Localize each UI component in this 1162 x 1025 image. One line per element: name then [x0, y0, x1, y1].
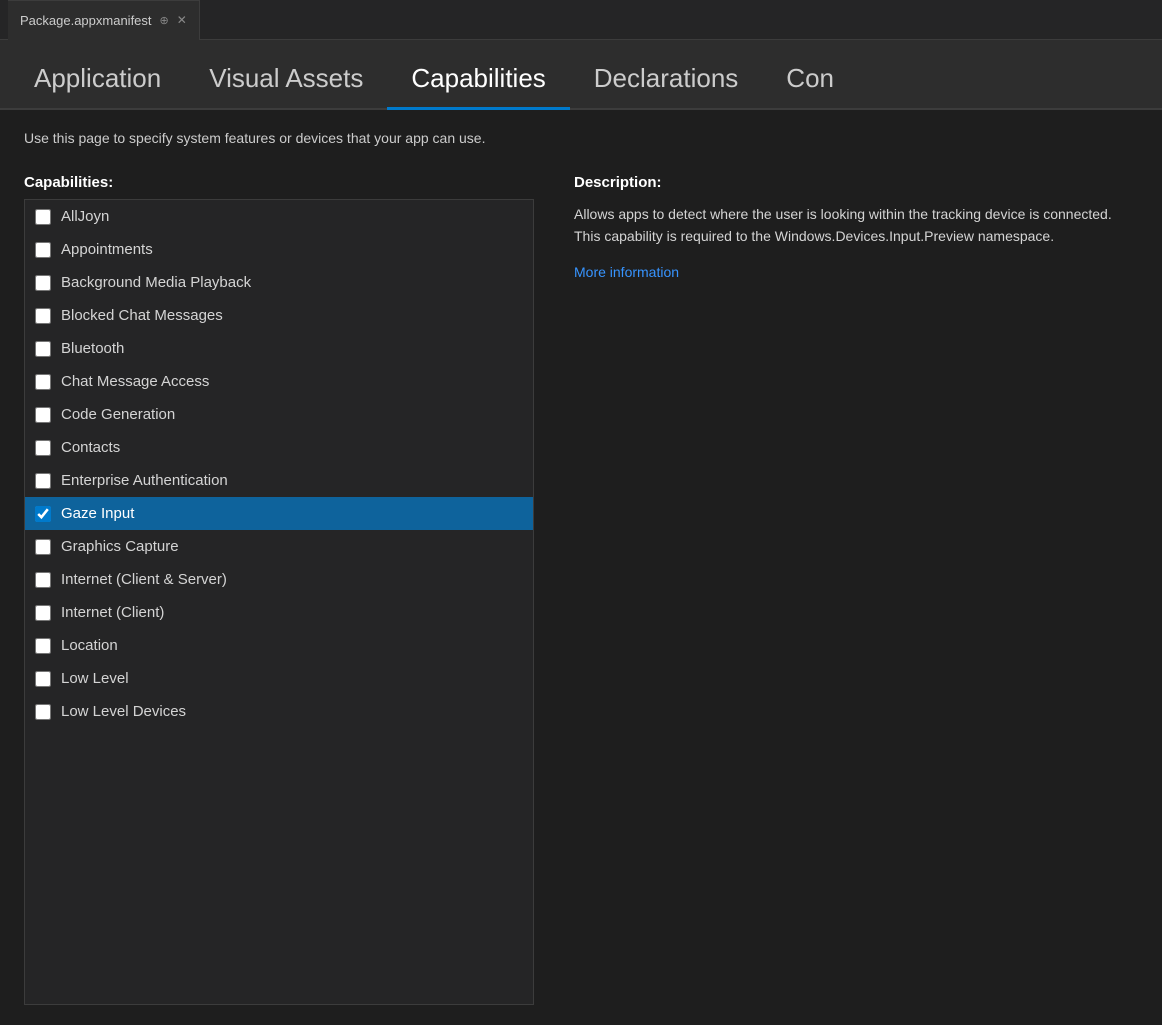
capability-item-bluetooth[interactable]: Bluetooth: [25, 332, 533, 365]
label-contacts: Contacts: [61, 439, 120, 456]
capability-item-graphics-capture[interactable]: Graphics Capture: [25, 530, 533, 563]
capability-item-gaze-input[interactable]: Gaze Input: [25, 497, 533, 530]
capability-item-alljoyn[interactable]: AllJoyn: [25, 200, 533, 233]
checkbox-contacts[interactable]: [35, 440, 51, 456]
checkbox-gaze-input[interactable]: [35, 506, 51, 522]
main-content: Use this page to specify system features…: [0, 110, 1162, 1025]
capabilities-list-container: AllJoyn Appointments Background Media Play…: [24, 199, 534, 1005]
capabilities-list[interactable]: AllJoyn Appointments Background Media Play…: [25, 200, 533, 1004]
capability-item-chat-message-access[interactable]: Chat Message Access: [25, 365, 533, 398]
checkbox-chat-message-access[interactable]: [35, 374, 51, 390]
label-background-media-playback: Background Media Playback: [61, 274, 251, 291]
checkbox-graphics-capture[interactable]: [35, 539, 51, 555]
label-location: Location: [61, 637, 118, 654]
tab-capabilities[interactable]: Capabilities: [387, 50, 569, 110]
capabilities-panel: Capabilities: AllJoyn Appointments Backgro…: [24, 174, 534, 1005]
nav-tabs: Application Visual Assets Capabilities D…: [0, 40, 1162, 110]
label-enterprise-authentication: Enterprise Authentication: [61, 472, 228, 489]
pin-icon[interactable]: ⊕: [160, 14, 169, 27]
description-label: Description:: [574, 174, 1138, 191]
tab-visual-assets[interactable]: Visual Assets: [185, 50, 387, 110]
capability-item-appointments[interactable]: Appointments: [25, 233, 533, 266]
checkbox-low-level-devices[interactable]: [35, 704, 51, 720]
capability-item-internet-client[interactable]: Internet (Client): [25, 596, 533, 629]
file-tab[interactable]: Package.appxmanifest ⊕ ✕: [8, 0, 200, 40]
capability-item-code-generation[interactable]: Code Generation: [25, 398, 533, 431]
content-area: Capabilities: AllJoyn Appointments Backgro…: [24, 174, 1138, 1005]
checkbox-blocked-chat-messages[interactable]: [35, 308, 51, 324]
label-low-level: Low Level: [61, 670, 129, 687]
checkbox-alljoyn[interactable]: [35, 209, 51, 225]
checkbox-internet-client-server[interactable]: [35, 572, 51, 588]
close-icon[interactable]: ✕: [177, 13, 187, 27]
more-info-link[interactable]: More information: [574, 264, 679, 280]
tab-declarations[interactable]: Declarations: [570, 50, 763, 110]
tab-application[interactable]: Application: [10, 50, 185, 110]
checkbox-appointments[interactable]: [35, 242, 51, 258]
label-internet-client-server: Internet (Client & Server): [61, 571, 227, 588]
label-appointments: Appointments: [61, 241, 153, 258]
label-chat-message-access: Chat Message Access: [61, 373, 209, 390]
tab-title: Package.appxmanifest: [20, 13, 152, 28]
tab-con[interactable]: Con: [762, 50, 858, 110]
checkbox-bluetooth[interactable]: [35, 341, 51, 357]
checkbox-enterprise-authentication[interactable]: [35, 473, 51, 489]
checkbox-location[interactable]: [35, 638, 51, 654]
capability-item-location[interactable]: Location: [25, 629, 533, 662]
capability-item-low-level[interactable]: Low Level: [25, 662, 533, 695]
title-bar: Package.appxmanifest ⊕ ✕: [0, 0, 1162, 40]
label-gaze-input: Gaze Input: [61, 505, 134, 522]
checkbox-background-media-playback[interactable]: [35, 275, 51, 291]
label-blocked-chat-messages: Blocked Chat Messages: [61, 307, 223, 324]
label-internet-client: Internet (Client): [61, 604, 164, 621]
capabilities-label: Capabilities:: [24, 174, 534, 191]
capability-item-blocked-chat-messages[interactable]: Blocked Chat Messages: [25, 299, 533, 332]
label-code-generation: Code Generation: [61, 406, 175, 423]
capability-item-enterprise-authentication[interactable]: Enterprise Authentication: [25, 464, 533, 497]
capability-item-contacts[interactable]: Contacts: [25, 431, 533, 464]
page-description: Use this page to specify system features…: [24, 130, 1138, 146]
label-bluetooth: Bluetooth: [61, 340, 124, 357]
label-graphics-capture: Graphics Capture: [61, 538, 179, 555]
description-panel: Description: Allows apps to detect where…: [574, 174, 1138, 1005]
label-low-level-devices: Low Level Devices: [61, 703, 186, 720]
checkbox-code-generation[interactable]: [35, 407, 51, 423]
label-alljoyn: AllJoyn: [61, 208, 109, 225]
capability-item-background-media-playback[interactable]: Background Media Playback: [25, 266, 533, 299]
description-text: Allows apps to detect where the user is …: [574, 203, 1138, 248]
checkbox-low-level[interactable]: [35, 671, 51, 687]
capability-item-low-level-devices[interactable]: Low Level Devices: [25, 695, 533, 728]
checkbox-internet-client[interactable]: [35, 605, 51, 621]
capability-item-internet-client-server[interactable]: Internet (Client & Server): [25, 563, 533, 596]
